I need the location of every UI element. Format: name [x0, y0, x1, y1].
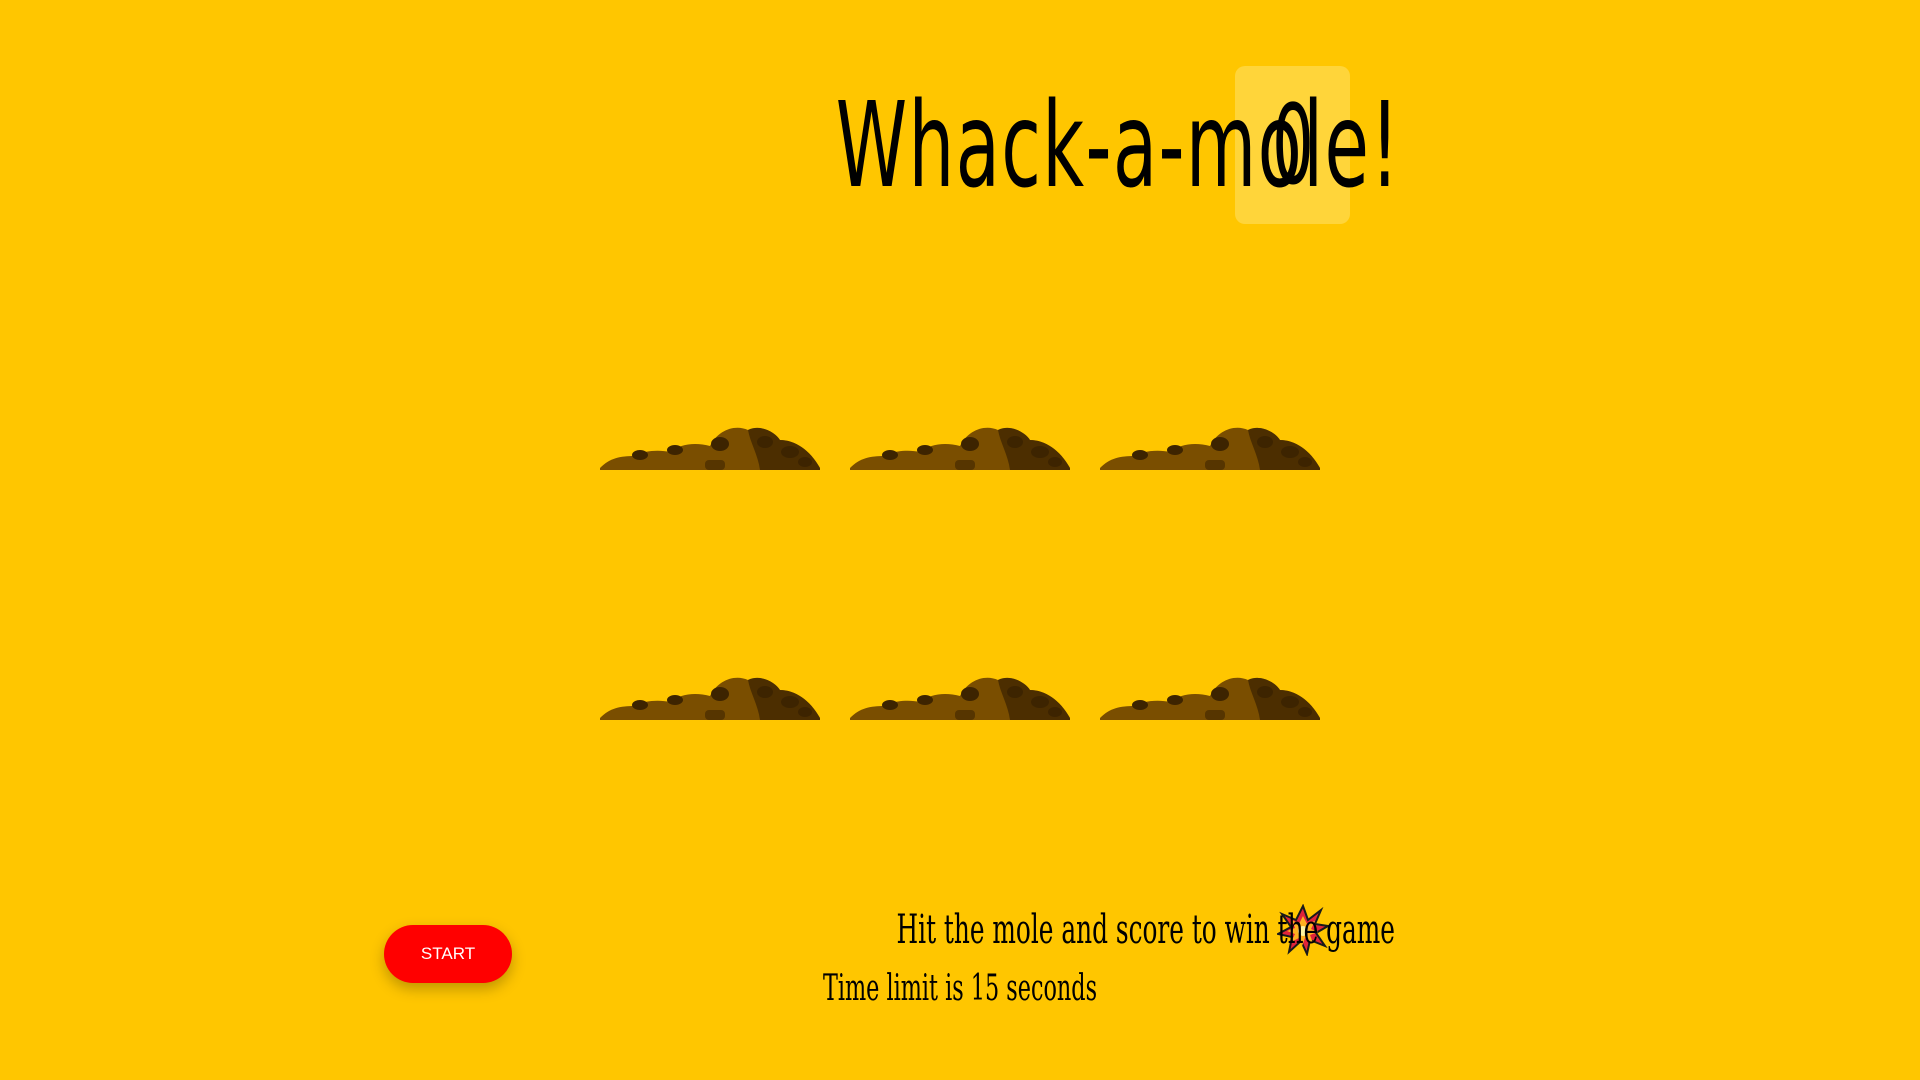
score-value: 0 — [1271, 81, 1314, 209]
dirt-mound — [850, 427, 1070, 470]
game-title: Whack-a-mole! — [835, 76, 1401, 214]
dirt-mound — [1100, 427, 1320, 470]
time-limit-text: Time limit is 15 seconds — [822, 968, 1098, 1009]
mole-hole[interactable] — [600, 500, 820, 720]
dirt-mound — [600, 677, 820, 720]
dirt-mound — [850, 677, 1070, 720]
game-stage: Whack-a-mole! 0 START Hit the mole and s… — [0, 0, 1920, 1080]
dirt-mound — [1100, 677, 1320, 720]
instructions: Hit the mole and score to win the game T… — [0, 900, 1920, 1018]
dirt-mound — [600, 427, 820, 470]
mole-hole[interactable] — [600, 250, 820, 470]
header: Whack-a-mole! 0 — [0, 66, 1920, 224]
mole-hole[interactable] — [1100, 500, 1320, 720]
mole-hole[interactable] — [850, 250, 1070, 470]
mole-hole[interactable] — [850, 500, 1070, 720]
instruction-text: Hit the mole and score to win the game — [896, 907, 1395, 953]
mole-hole[interactable] — [1100, 250, 1320, 470]
mole-grid — [600, 250, 1320, 720]
